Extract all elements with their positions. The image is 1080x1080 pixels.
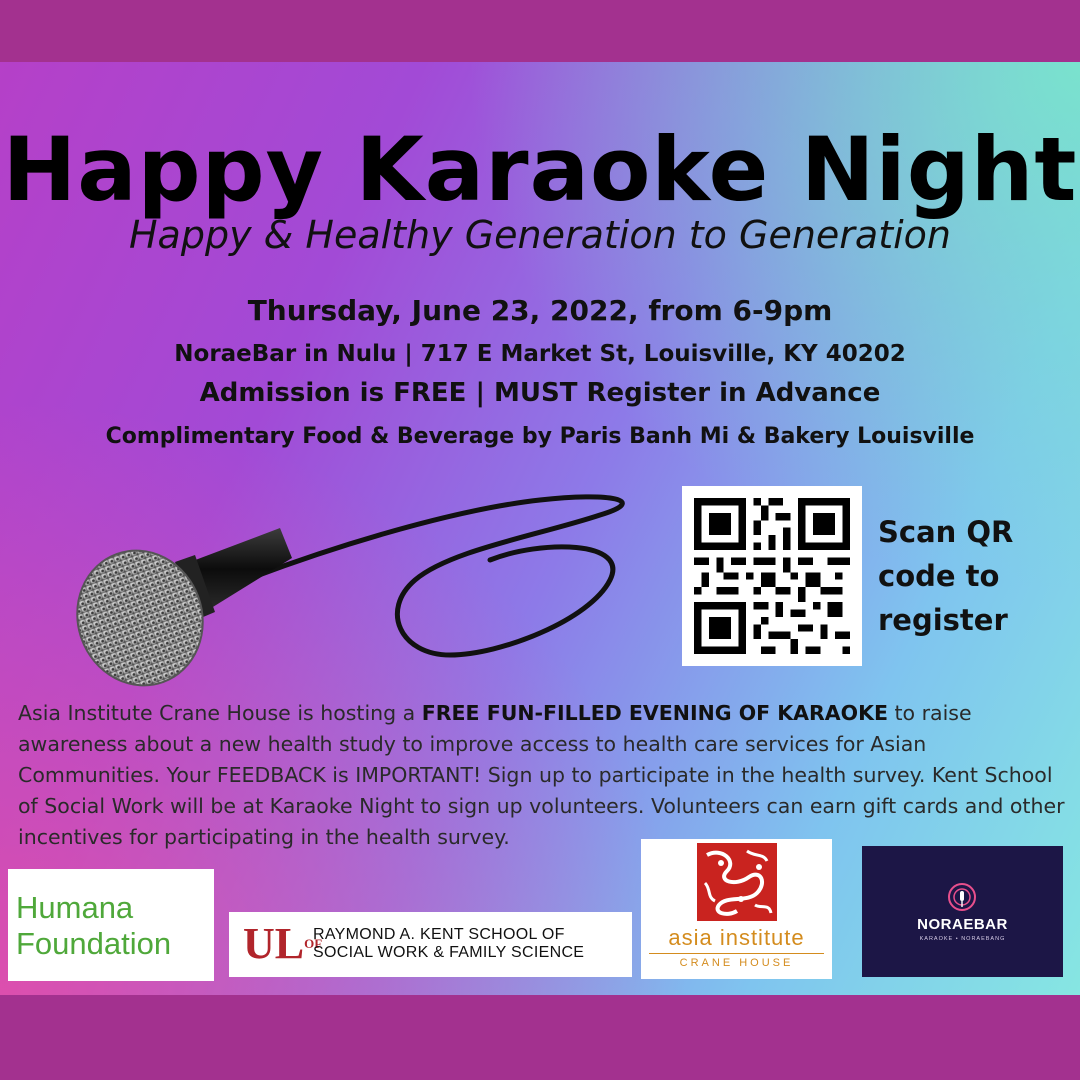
gradient-background: Happy Karaoke Night Happy & Healthy Gene… <box>0 62 1080 995</box>
noraebar-tagline: KARAOKE • NORAEBANG <box>919 936 1006 942</box>
red-seal-icon <box>697 843 777 921</box>
ul-mark-letters: UL <box>243 919 305 968</box>
event-date-time: Thursday, June 23, 2022, from 6-9pm <box>247 294 833 327</box>
humana-logo-text: Humana <box>16 890 134 925</box>
humana-foundation-logo: Humana Foundation <box>8 869 214 981</box>
flyer: Happy Karaoke Night Happy & Healthy Gene… <box>0 0 1080 1080</box>
qr-caption-line: Scan QR <box>878 515 1014 549</box>
asia-institute-logo: asia institute CRANE HOUSE <box>641 839 832 979</box>
qr-caption-line: register <box>878 603 1008 637</box>
event-title: Happy Karaoke Night <box>2 118 1078 221</box>
description-text: Asia Institute Crane House is hosting a <box>18 701 422 725</box>
qr-caption-line: code to <box>878 559 1000 593</box>
crane-house-label: CRANE HOUSE <box>679 957 794 969</box>
qr-code-icon <box>694 498 850 654</box>
event-admission: Admission is FREE | MUST Register in Adv… <box>199 378 881 408</box>
event-food: Complimentary Food & Beverage by Paris B… <box>105 424 975 449</box>
event-description: Asia Institute Crane House is hosting a … <box>18 698 1068 853</box>
description-highlight: FREE FUN-FILLED EVENING OF KARAOKE <box>421 701 888 725</box>
event-venue: NoraeBar in Nulu | 717 E Market St, Loui… <box>174 341 906 367</box>
event-subtitle: Happy & Healthy Generation to Generation <box>128 213 951 257</box>
kent-school-line: SOCIAL WORK & FAMILY SCIENCE <box>313 944 585 961</box>
bottom-band <box>0 995 1080 1080</box>
kent-school-name: RAYMOND A. KENT SCHOOL OF SOCIAL WORK & … <box>313 926 584 962</box>
divider <box>649 953 824 954</box>
kent-school-logo: ULOF RAYMOND A. KENT SCHOOL OF SOCIAL WO… <box>229 912 632 977</box>
ul-mark-icon: ULOF <box>243 922 322 966</box>
asia-institute-name: asia institute <box>668 925 805 950</box>
kent-school-line: RAYMOND A. KENT SCHOOL OF <box>313 926 565 943</box>
microphone-icon <box>76 494 625 687</box>
noraebar-logo: NORAEBAR KARAOKE • NORAEBANG <box>862 846 1063 977</box>
microphone-ring-icon <box>948 883 976 911</box>
humana-logo-text: Foundation <box>16 926 172 961</box>
qr-code[interactable] <box>682 486 862 666</box>
qr-caption: Scan QR code to register <box>878 510 1048 642</box>
noraebar-name: NORAEBAR <box>917 916 1008 933</box>
